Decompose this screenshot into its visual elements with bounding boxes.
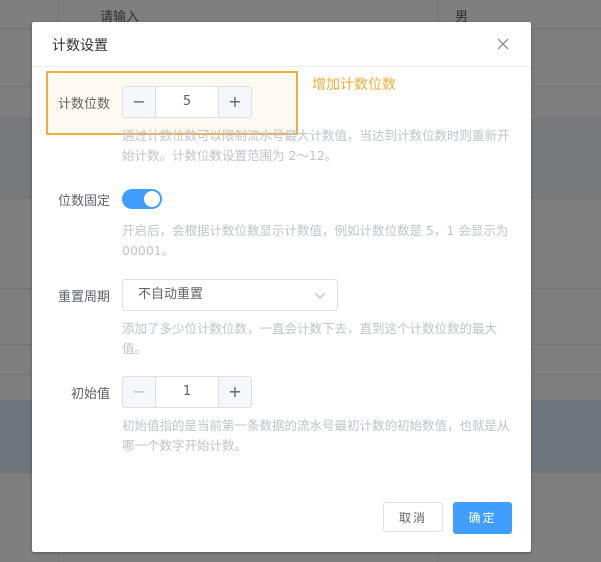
cancel-button[interactable]: 取消 bbox=[383, 502, 443, 532]
initial-value-label: 初始值 bbox=[70, 387, 110, 402]
increment-button[interactable]: + bbox=[218, 87, 251, 117]
count-digits-input[interactable]: 5 bbox=[156, 87, 218, 117]
dialog-title: 计数设置 bbox=[52, 38, 108, 54]
fixed-digits-description: 开启后，会根据计数位数显示计数值，例如计数位数是 5，1 会显示为 00001。 bbox=[122, 223, 509, 258]
count-digits-label: 计数位数 bbox=[57, 97, 110, 112]
confirm-button[interactable]: 确定 bbox=[453, 502, 512, 534]
fixed-digits-switch[interactable] bbox=[122, 189, 162, 209]
reset-period-description: 添加了多少位计数位数，一直会计数下去，直到这个计数位数的最大值。 bbox=[122, 321, 498, 356]
reset-period-select[interactable]: 不自动重置 bbox=[122, 279, 338, 311]
initial-value-description: 初始值指的是当前第一条数据的流水号最初计数的初始数值，也就是从哪一个数字开始计数… bbox=[122, 418, 510, 453]
increment-button[interactable]: + bbox=[218, 377, 251, 407]
close-icon[interactable] bbox=[495, 36, 511, 52]
annotation-note: 增加计数位数 bbox=[312, 77, 396, 93]
count-digits-description: 通过计数位数可以限制流水号最大计数值，当达到计数位数时则重新开始计数。计数位数设… bbox=[122, 128, 510, 163]
initial-value-stepper: − 1 + bbox=[122, 376, 252, 408]
reset-period-label: 重置周期 bbox=[57, 290, 110, 305]
count-digits-stepper: − 5 + bbox=[122, 86, 252, 118]
chevron-down-icon bbox=[314, 292, 326, 299]
initial-value-input[interactable]: 1 bbox=[156, 377, 218, 407]
counter-settings-dialog: 计数设置 增加计数位数 计数位数 − 5 + 通过计数位数可以限制流水号最大计数… bbox=[32, 22, 531, 552]
switch-knob bbox=[144, 191, 160, 207]
reset-period-value: 不自动重置 bbox=[138, 287, 204, 302]
decrement-button[interactable]: − bbox=[123, 87, 156, 117]
fixed-digits-label: 位数固定 bbox=[57, 194, 110, 209]
dialog-header: 计数设置 bbox=[32, 22, 531, 67]
decrement-button[interactable]: − bbox=[123, 377, 156, 407]
